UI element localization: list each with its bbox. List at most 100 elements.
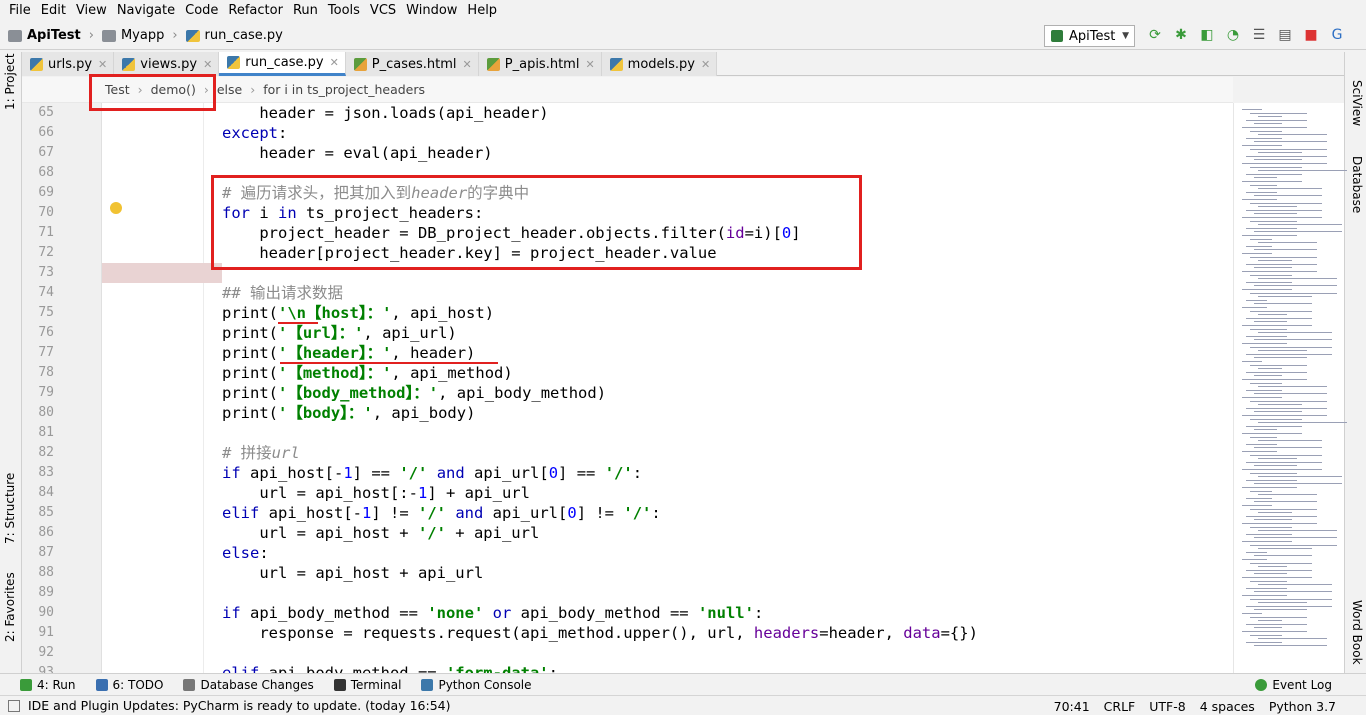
menu-vcs[interactable]: VCS [365,0,401,22]
tab-run_case-py[interactable]: run_case.py ✕ [219,52,346,76]
database-changes-tool-button[interactable]: Database Changes [183,678,314,692]
minimap-line [1242,109,1262,110]
code-line[interactable]: 66 except: [38,123,1233,143]
chevron-right-icon: › [172,28,178,43]
line-number: 80 [38,405,54,420]
code-line[interactable]: 78 print('【method】：', api_method) [38,363,1233,383]
minimap-line [1254,645,1327,647]
menu-bar: File Edit View Navigate Code Refactor Run Tools… [0,0,1366,22]
wordbook-tool-tab[interactable]: Word Book [1350,600,1364,665]
status-bar: IDE and Plugin Updates: PyCharm is ready… [0,695,1366,715]
database-tool-tab[interactable]: Database [1350,156,1364,213]
status-message[interactable]: IDE and Plugin Updates: PyCharm is ready… [28,698,450,713]
code-line[interactable]: 76 print('【url】：', api_url) [38,323,1233,343]
code-line[interactable]: 87 else: [38,543,1233,563]
translate-icon[interactable]: G [1328,26,1346,44]
menu-edit[interactable]: Edit [36,0,71,22]
menu-navigate[interactable]: Navigate [112,0,180,22]
close-icon[interactable]: ✕ [98,58,107,71]
code-line[interactable]: 79 print('【body_method】：', api_body_metho… [38,383,1233,403]
minimap-line [1254,447,1322,449]
sciview-tool-tab[interactable]: SciView [1350,80,1364,126]
tab-p_apis-html[interactable]: P_apis.html ✕ [478,52,602,76]
close-icon[interactable]: ✕ [203,58,212,71]
project-tool-tab[interactable]: 1: Project [3,53,17,110]
minimap-line [1246,335,1287,337]
close-icon[interactable]: ✕ [585,58,594,71]
code-line[interactable]: 81 [38,423,1233,443]
menu-tools[interactable]: Tools [323,0,365,22]
minimap-line [1254,375,1282,377]
code-line[interactable]: 67 header = eval(api_header) [38,143,1233,163]
breadcrumb-project[interactable]: ApiTest › [8,28,94,43]
minimap-line [1258,116,1282,118]
indent-setting[interactable]: 4 spaces [1200,699,1255,714]
todo-tool-button[interactable]: 6: TODO [95,678,163,692]
favorites-tool-tab[interactable]: 2: Favorites [3,572,17,642]
tab-models-py[interactable]: models.py ✕ [601,52,718,76]
line-separator[interactable]: CRLF [1104,699,1136,714]
code-line[interactable]: 85 elif api_host[-1] != '/' and api_url[0… [38,503,1233,523]
minimap-line [1258,602,1307,604]
minimap-line [1242,505,1272,506]
toggle-tool-windows-icon[interactable] [8,699,20,712]
file-encoding[interactable]: UTF-8 [1149,699,1185,714]
menu-file[interactable]: File [4,0,36,22]
left-tool-strip: 1: Project 7: Structure 2: Favorites [0,52,22,673]
menu-window[interactable]: Window [401,0,462,22]
breadcrumb-folder[interactable]: Myapp › [101,28,178,43]
minimap-line [1242,433,1302,434]
code-line[interactable]: 77 print('【header】：', header) [38,343,1233,363]
python-console-tool-button[interactable]: Python Console [421,678,532,692]
breadcrumb-file[interactable]: run_case.py [185,28,283,43]
code-line[interactable]: 88 url = api_host + api_url [38,563,1233,583]
minimap-line [1246,623,1307,625]
code-line[interactable]: 84 url = api_host[:-1] + api_url [38,483,1233,503]
event-log-button[interactable]: Event Log [1255,678,1332,692]
code-line[interactable]: 82 # 拼接url [38,443,1233,463]
close-icon[interactable]: ✕ [701,58,710,71]
concurrency-icon[interactable]: ☰ [1250,26,1268,44]
close-icon[interactable]: ✕ [330,56,339,69]
tab-views-py[interactable]: views.py ✕ [114,52,220,76]
code-line[interactable]: 89 [38,583,1233,603]
code-line[interactable]: 91 response = requests.request(api_metho… [38,623,1233,643]
terminal-tool-button[interactable]: Terminal [333,678,401,692]
line-number: 71 [38,225,54,240]
run-tool-button[interactable]: 4: Run [20,678,76,692]
code-line[interactable]: 93 elif api_body_method == 'form-data': [38,663,1233,673]
minimap-line [1246,479,1297,481]
python-interpreter[interactable]: Python 3.7 [1269,699,1336,714]
close-icon[interactable]: ✕ [463,58,472,71]
code-line[interactable]: 80 print('【body】：', api_body) [38,403,1233,423]
debug-icon[interactable]: ✱ [1172,26,1190,44]
profile-icon[interactable]: ◔ [1224,26,1242,44]
minimap-line [1242,397,1282,398]
code-line[interactable]: 74 ## 输出请求数据 [38,283,1233,303]
structure-tool-tab[interactable]: 7: Structure [3,473,17,544]
code-line[interactable]: 65 header = json.loads(api_header) [38,103,1233,123]
menu-help[interactable]: Help [462,0,502,22]
code-line[interactable]: 92 [38,643,1233,663]
menu-code[interactable]: Code [180,0,223,22]
tab-urls-py[interactable]: urls.py ✕ [22,52,115,76]
minimap-line [1250,634,1282,636]
stop-icon[interactable]: ■ [1302,26,1320,44]
run-configuration-select[interactable]: ApiTest ▼ [1044,25,1135,47]
code-line[interactable]: 90 if api_body_method == 'none' or api_bo… [38,603,1233,623]
code-line[interactable]: 75 print('\n【host】：', api_host) [38,303,1233,323]
tab-label: P_cases.html [371,56,457,72]
code-line[interactable]: 83 if api_host[-1] == '/' and api_url[0] … [38,463,1233,483]
caret-position[interactable]: 70:41 [1054,699,1090,714]
tab-p_cases-html[interactable]: P_cases.html ✕ [345,52,479,76]
code-breadcrumb-item[interactable]: for i in ts_project_headers [263,82,425,97]
menu-refactor[interactable]: Refactor [223,0,288,22]
menu-view[interactable]: View [71,0,112,22]
code-line[interactable]: 86 url = api_host + '/' + api_url [38,523,1233,543]
attach-icon[interactable]: ▤ [1276,26,1294,44]
run-with-coverage-icon[interactable]: ◧ [1198,26,1216,44]
menu-run[interactable]: Run [288,0,323,22]
minimap-line [1254,321,1287,323]
rerun-icon[interactable]: ⟳ [1146,26,1164,44]
code-breadcrumb-item[interactable]: else [217,82,242,97]
